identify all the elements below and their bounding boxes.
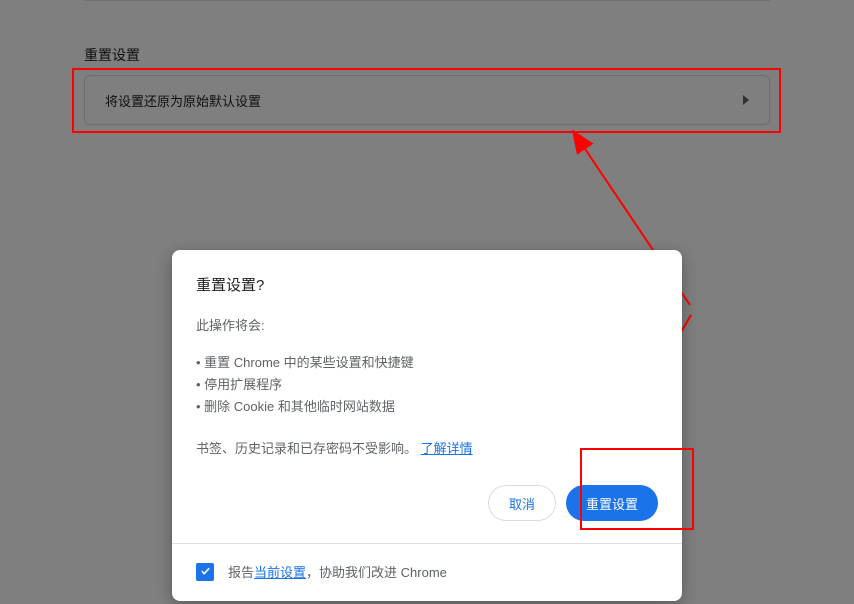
report-checkbox[interactable] <box>196 563 214 581</box>
bullet-item: • 重置 Chrome 中的某些设置和快捷键 <box>196 352 658 374</box>
report-checkbox-row: 报告当前设置，协助我们改进 Chrome <box>196 562 658 581</box>
bullet-item: • 删除 Cookie 和其他临时网站数据 <box>196 396 658 418</box>
checkbox-suffix: ，协助我们改进 Chrome <box>306 565 447 580</box>
dialog-buttons: 取消 重置设置 <box>196 485 658 521</box>
checkbox-label: 报告当前设置，协助我们改进 Chrome <box>228 562 447 581</box>
reset-confirm-button[interactable]: 重置设置 <box>566 485 658 521</box>
bullet-item: • 停用扩展程序 <box>196 374 658 396</box>
dialog-subtitle: 此操作将会: <box>196 315 658 334</box>
learn-more-link[interactable]: 了解详情 <box>421 441 473 456</box>
dialog-note: 书签、历史记录和已存密码不受影响。 了解详情 <box>196 438 658 457</box>
cancel-button[interactable]: 取消 <box>488 485 556 521</box>
dialog-title: 重置设置? <box>196 274 658 295</box>
reset-settings-dialog: 重置设置? 此操作将会: • 重置 Chrome 中的某些设置和快捷键 • 停用… <box>172 250 682 601</box>
note-text: 书签、历史记录和已存密码不受影响。 <box>196 441 417 456</box>
divider <box>172 543 682 544</box>
bullet-list: • 重置 Chrome 中的某些设置和快捷键 • 停用扩展程序 • 删除 Coo… <box>196 352 658 418</box>
check-icon <box>200 566 211 577</box>
checkbox-prefix: 报告 <box>228 565 254 580</box>
current-settings-link[interactable]: 当前设置 <box>254 565 306 580</box>
